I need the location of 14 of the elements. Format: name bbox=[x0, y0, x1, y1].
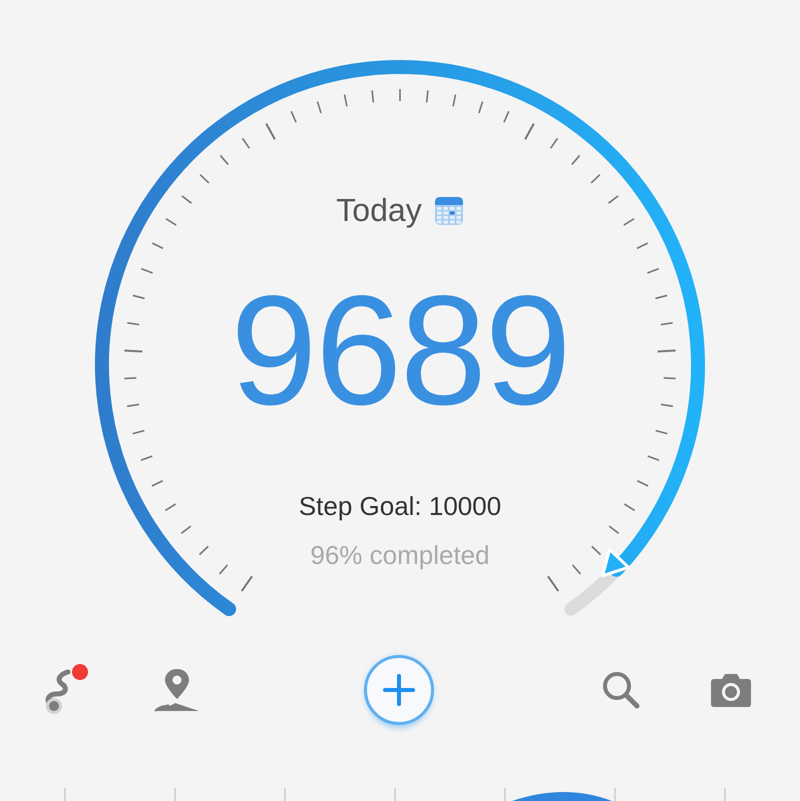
search-icon bbox=[601, 670, 641, 710]
step-goal: Step Goal: 10000 bbox=[298, 491, 502, 522]
step-count: 9689 bbox=[230, 273, 570, 429]
add-button[interactable] bbox=[364, 655, 434, 725]
calendar-icon[interactable] bbox=[434, 196, 464, 226]
search-button[interactable] bbox=[601, 670, 641, 710]
map-button[interactable] bbox=[153, 667, 201, 713]
location-pin-icon bbox=[153, 667, 201, 713]
plus-icon bbox=[382, 673, 416, 707]
completion-text: 96% completed bbox=[310, 540, 490, 571]
progress-pointer-icon bbox=[601, 548, 630, 578]
date-title: Today bbox=[336, 192, 422, 229]
camera-icon bbox=[710, 672, 752, 708]
camera-button[interactable] bbox=[710, 672, 752, 708]
